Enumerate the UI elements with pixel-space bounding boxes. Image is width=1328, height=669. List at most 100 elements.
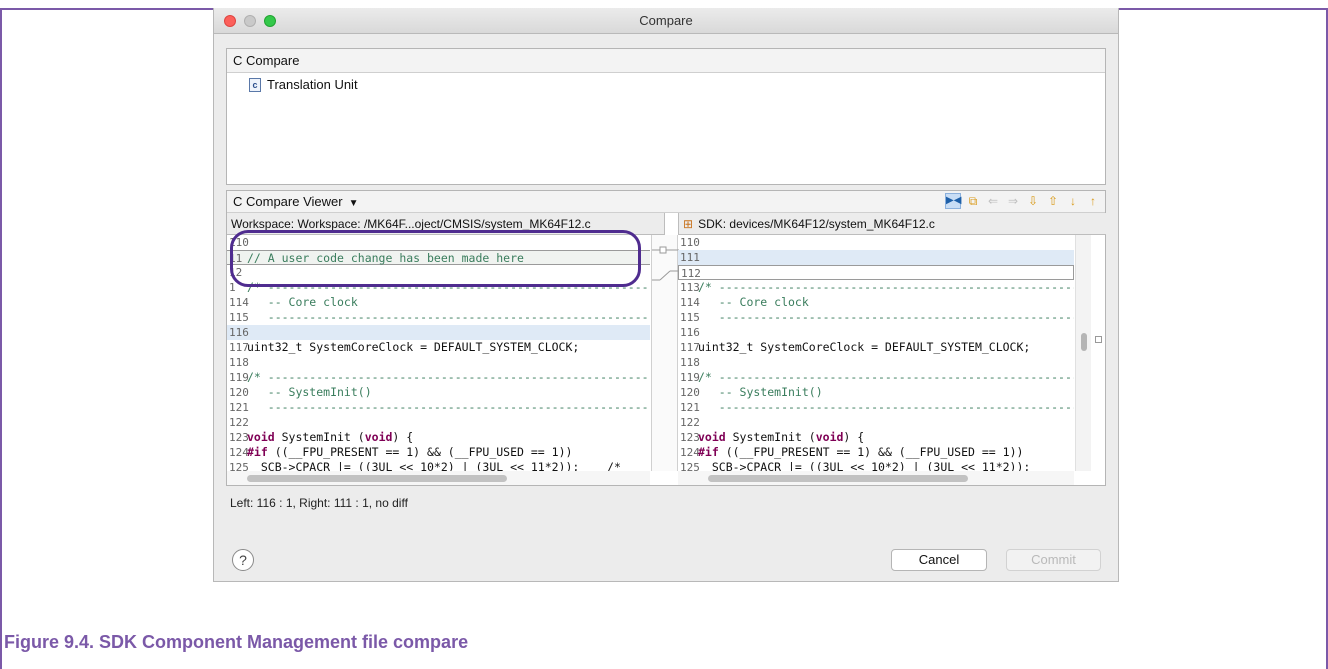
line-number: 123	[229, 431, 249, 444]
code-text: // A user code change has been made here	[247, 251, 524, 265]
code-line[interactable]: 117uint32_t SystemCoreClock = DEFAULT_SY…	[678, 340, 1074, 355]
code-line[interactable]: 120 -- SystemInit()	[227, 385, 650, 400]
left-scroll-thumb[interactable]	[247, 475, 507, 482]
line-number: 111	[680, 251, 700, 264]
line-number: 110	[680, 236, 700, 249]
code-line[interactable]: 114 -- Core clock	[227, 295, 650, 310]
code-line[interactable]: 110	[678, 235, 1074, 250]
code-line[interactable]: 12	[227, 265, 650, 280]
code-line[interactable]: 112	[678, 265, 1074, 280]
code-line[interactable]: 115 ------------------------------------…	[227, 310, 650, 325]
code-line[interactable]: 125 SCB->CPACR |= ((3UL << 10*2) | (3UL …	[678, 460, 1074, 471]
code-line[interactable]: 115 ------------------------------------…	[678, 310, 1074, 325]
code-text: SCB->CPACR |= ((3UL << 10*2) | (3UL << 1…	[698, 460, 1031, 471]
code-line[interactable]: 118	[678, 355, 1074, 370]
structure-compare-pane: C Compare c Translation Unit	[226, 48, 1106, 185]
right-scroll-thumb[interactable]	[708, 475, 968, 482]
left-horizontal-scrollbar[interactable]	[227, 471, 650, 485]
line-number: 114	[680, 296, 700, 309]
right-code-editor[interactable]: 110 111 112 113/* -------------------------…	[678, 235, 1074, 471]
tree-item-translation-unit[interactable]: c Translation Unit	[249, 77, 358, 92]
code-line[interactable]: 123void SystemInit (void) {	[227, 430, 650, 445]
line-number: 123	[680, 431, 700, 444]
prev-diff-icon[interactable]: ⇧	[1045, 193, 1061, 209]
code-line[interactable]: 124#if ((__FPU_PRESENT == 1) && (__FPU_U…	[678, 445, 1074, 460]
code-line[interactable]: 116	[227, 325, 650, 340]
diff-marker[interactable]	[1095, 336, 1102, 343]
structure-compare-header: C Compare	[227, 49, 1105, 73]
next-change-icon[interactable]: ↓	[1065, 193, 1081, 209]
code-line[interactable]: 116	[678, 325, 1074, 340]
compare-toolbar: ▶◀ ⧉ ⇐ ⇒ ⇩ ⇧ ↓ ↑	[945, 193, 1101, 209]
line-number: 119	[229, 371, 249, 384]
line-number: 112	[681, 267, 701, 280]
line-number: 122	[229, 416, 249, 429]
line-number: 114	[229, 296, 249, 309]
code-line[interactable]: 118	[227, 355, 650, 370]
line-number: 115	[680, 311, 700, 324]
code-text: #if ((__FPU_PRESENT == 1) && (__FPU_USED…	[247, 445, 573, 459]
right-horizontal-scrollbar[interactable]	[678, 471, 1074, 485]
line-number: 116	[680, 326, 700, 339]
line-number: 12	[229, 266, 243, 279]
code-line[interactable]: 123void SystemInit (void) {	[678, 430, 1074, 445]
vertical-scroll-thumb[interactable]	[1081, 333, 1087, 351]
code-line[interactable]: 124#if ((__FPU_PRESENT == 1) && (__FPU_U…	[227, 445, 650, 460]
copy-all-icon[interactable]: ⧉	[965, 193, 981, 209]
code-line[interactable]: 113/* ----------------------------------…	[678, 280, 1074, 295]
cancel-button[interactable]: Cancel	[891, 549, 987, 571]
code-line[interactable]: 120 -- SystemInit()	[678, 385, 1074, 400]
line-number: 121	[680, 401, 700, 414]
code-text: SCB->CPACR |= ((3UL << 10*2) | (3UL << 1…	[247, 460, 621, 471]
help-button[interactable]: ?	[232, 549, 254, 571]
two-way-compare-icon[interactable]: ▶◀	[945, 193, 961, 209]
prev-change-icon[interactable]: ↑	[1085, 193, 1101, 209]
code-text: void SystemInit (void) {	[247, 430, 414, 444]
code-line[interactable]: 119/* ----------------------------------…	[678, 370, 1074, 385]
code-line[interactable]: 119/* ----------------------------------…	[227, 370, 650, 385]
right-file-header: ⊞ SDK: devices/MK64F12/system_MK64F12.c	[678, 213, 1106, 235]
code-text: /* -------------------------------------…	[247, 280, 650, 294]
code-line[interactable]: 117uint32_t SystemCoreClock = DEFAULT_SY…	[227, 340, 650, 355]
code-text: -- SystemInit()	[698, 385, 823, 399]
code-line[interactable]: 111	[678, 250, 1074, 265]
left-code-editor[interactable]: 110 11 // A user code change has been made…	[227, 235, 650, 471]
line-number: 125	[680, 461, 700, 471]
copy-left-icon[interactable]: ⇐	[985, 193, 1001, 209]
next-diff-icon[interactable]: ⇩	[1025, 193, 1041, 209]
code-line[interactable]: 1 /* ------------------------------------…	[227, 280, 650, 295]
code-line[interactable]: 110	[227, 235, 650, 250]
code-line[interactable]: 125 SCB->CPACR |= ((3UL << 10*2) | (3UL …	[227, 460, 650, 471]
line-number: 120	[680, 386, 700, 399]
line-number: 120	[229, 386, 249, 399]
code-text: uint32_t SystemCoreClock = DEFAULT_SYSTE…	[698, 340, 1031, 354]
chevron-down-icon[interactable]: ▼	[349, 198, 359, 209]
code-text: /* -------------------------------------…	[698, 370, 1074, 384]
status-text: Left: 116 : 1, Right: 111 : 1, no diff	[230, 496, 408, 510]
line-number: 124	[680, 446, 700, 459]
compare-viewer-header[interactable]: C Compare Viewer ▼ ▶◀ ⧉ ⇐ ⇒ ⇩ ⇧ ↓ ↑	[227, 191, 1105, 213]
line-number: 116	[229, 326, 249, 339]
copy-right-icon[interactable]: ⇒	[1005, 193, 1021, 209]
commit-button[interactable]: Commit	[1006, 549, 1101, 571]
vertical-scrollbar[interactable]	[1075, 235, 1091, 471]
code-text: ----------------------------------------…	[718, 310, 1074, 324]
code-line[interactable]: 122	[678, 415, 1074, 430]
diff-overview-ruler[interactable]	[1091, 235, 1106, 471]
code-line[interactable]: 11 // A user code change has been made he…	[227, 250, 650, 265]
code-line[interactable]: 114 -- Core clock	[678, 295, 1074, 310]
line-number: 115	[229, 311, 249, 324]
line-number: 113	[680, 281, 700, 294]
line-number: 124	[229, 446, 249, 459]
compare-viewer: C Compare Viewer ▼ ▶◀ ⧉ ⇐ ⇒ ⇩ ⇧ ↓ ↑ Works…	[226, 190, 1106, 486]
line-number: 121	[229, 401, 249, 414]
code-line[interactable]: 121 ------------------------------------…	[678, 400, 1074, 415]
line-number: 118	[229, 356, 249, 369]
compare-dialog: Compare C Compare c Translation Unit C C…	[213, 8, 1119, 582]
line-number: 11	[229, 252, 243, 265]
code-line[interactable]: 121 ------------------------------------…	[227, 400, 650, 415]
sdk-component-icon: ⊞	[683, 217, 694, 231]
c-file-icon: c	[249, 77, 261, 92]
code-line[interactable]: 122	[227, 415, 650, 430]
line-number: 117	[229, 341, 249, 354]
